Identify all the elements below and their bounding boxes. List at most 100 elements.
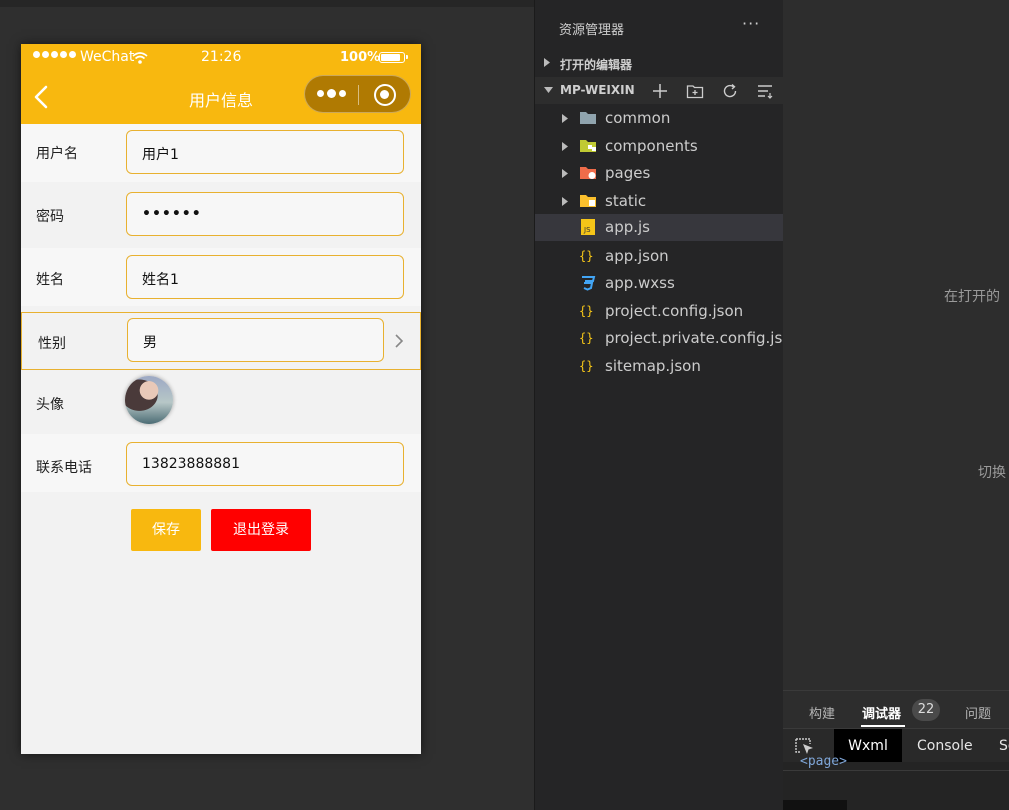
username-label: 用户名 <box>36 146 78 162</box>
tree-folder-components[interactable]: components <box>535 133 784 160</box>
svg-text:{}: {} <box>579 249 593 263</box>
name-row: 姓名 姓名1 <box>21 248 421 306</box>
status-bar: WeChat 21:26 100% <box>21 44 421 72</box>
tree-item-label: project.private.config.js... <box>605 329 797 347</box>
save-button[interactable]: 保存 <box>131 509 201 551</box>
phone-row: 联系电话 13823888881 <box>21 434 421 492</box>
avatar[interactable] <box>125 376 173 424</box>
miniprogram-capsule <box>304 75 411 113</box>
tree-item-label: pages <box>605 164 651 182</box>
tree-file-project-private-config[interactable]: {} project.private.config.js... <box>535 325 797 352</box>
svg-text:{}: {} <box>579 304 593 318</box>
gender-row[interactable]: 性别 男 <box>21 312 421 370</box>
phone-label: 联系电话 <box>36 460 92 476</box>
close-miniprogram-icon[interactable] <box>374 84 396 106</box>
json-file-icon: {} <box>579 359 593 373</box>
tree-file-sitemap[interactable]: {} sitemap.json <box>535 353 784 380</box>
tree-file-app-wxss[interactable]: app.wxss <box>535 270 784 297</box>
caret-right-icon <box>562 142 568 151</box>
signal-icon <box>33 51 76 58</box>
nav-bar: 用户信息 <box>21 72 421 124</box>
more-actions-icon[interactable]: ··· <box>742 14 760 33</box>
tree-item-label: sitemap.json <box>605 357 701 375</box>
password-input[interactable]: •••••• <box>126 192 404 236</box>
tree-folder-common[interactable]: common <box>535 105 784 132</box>
simulator-toolbar <box>0 0 534 7</box>
new-file-icon[interactable] <box>651 82 669 100</box>
editor-hint-switch: 切换 <box>978 465 1006 481</box>
caret-right-icon <box>562 114 568 123</box>
tab-sources[interactable]: So <box>999 729 1009 763</box>
json-file-icon: {} <box>579 304 593 318</box>
gender-picker[interactable]: 男 <box>127 318 384 362</box>
svg-text:{}: {} <box>579 331 593 345</box>
caret-down-icon <box>544 87 553 93</box>
collapse-all-icon[interactable] <box>756 82 774 100</box>
js-file-icon: JS <box>581 219 595 235</box>
project-label: MP-WEIXIN <box>560 83 635 97</box>
css-file-icon <box>582 276 596 291</box>
wifi-icon <box>132 52 148 64</box>
explorer-title: 资源管理器 <box>559 23 625 38</box>
caret-right-icon <box>562 169 568 178</box>
active-tab-indicator <box>861 725 905 727</box>
clock: 21:26 <box>201 49 242 65</box>
svg-text:{}: {} <box>579 359 593 373</box>
battery-icon <box>379 52 408 63</box>
divider <box>783 770 1009 771</box>
file-explorer: 资源管理器 ··· 打开的编辑器 MP-WEIXIN common compon… <box>534 0 797 810</box>
tree-folder-pages[interactable]: pages <box>535 160 784 187</box>
name-input[interactable]: 姓名1 <box>126 255 404 299</box>
tree-file-app-json[interactable]: {} app.json <box>535 243 784 270</box>
editor-hint-open: 在打开的 <box>944 289 1000 305</box>
phone-input[interactable]: 13823888881 <box>126 442 404 486</box>
password-row: 密码 •••••• <box>21 186 421 244</box>
debugger-count-badge: 22 <box>912 699 940 721</box>
tab-problems[interactable]: 问题 <box>965 703 991 722</box>
new-folder-icon[interactable] <box>686 82 704 100</box>
folder-icon <box>580 112 596 124</box>
gender-label: 性别 <box>38 336 66 352</box>
carrier-label: WeChat <box>80 49 135 65</box>
tree-file-app-js[interactable]: JS app.js <box>535 214 784 241</box>
phone-screen: WeChat 21:26 100% 用户信息 用户名 用户1 密码 ••••••… <box>21 44 421 754</box>
caret-right-icon <box>562 197 568 206</box>
tab-build[interactable]: 构建 <box>809 703 835 722</box>
chevron-right-icon <box>395 334 404 348</box>
caret-right-icon <box>544 58 550 67</box>
avatar-label: 头像 <box>36 397 64 413</box>
wxml-tree: <page> <box>783 754 1009 810</box>
tree-folder-static[interactable]: static <box>535 188 784 215</box>
wxml-node-page[interactable]: <page> <box>800 754 847 769</box>
json-file-icon: {} <box>579 249 593 263</box>
project-section[interactable]: MP-WEIXIN <box>535 77 784 104</box>
editor-area: 在打开的 切换 构建 调试器 22 问题 Wxml Console So <pa… <box>783 0 1009 810</box>
logout-button[interactable]: 退出登录 <box>211 509 311 551</box>
username-row: 用户名 用户1 <box>21 124 421 182</box>
tree-item-label: project.config.json <box>605 302 744 320</box>
static-folder-icon <box>580 195 596 207</box>
tree-item-label: static <box>605 192 647 210</box>
battery-percent: 100% <box>340 50 381 65</box>
tab-console[interactable]: Console <box>917 729 973 763</box>
svg-text:JS: JS <box>583 226 591 234</box>
json-file-icon: {} <box>579 331 593 345</box>
name-label: 姓名 <box>36 272 64 288</box>
pages-folder-icon <box>580 167 596 179</box>
open-editors-section[interactable]: 打开的编辑器 <box>535 50 784 77</box>
refresh-icon[interactable] <box>721 82 739 100</box>
tree-file-project-config[interactable]: {} project.config.json <box>535 298 784 325</box>
tree-item-label: app.js <box>605 218 650 236</box>
panel-footer <box>783 800 847 810</box>
components-folder-icon <box>580 140 596 152</box>
tree-item-label: app.json <box>605 247 669 265</box>
username-input[interactable]: 用户1 <box>126 130 404 174</box>
debug-panel-tabs: 构建 调试器 22 问题 <box>783 690 1009 729</box>
tree-item-label: components <box>605 137 698 155</box>
open-editors-label: 打开的编辑器 <box>560 58 633 72</box>
tree-item-label: app.wxss <box>605 274 675 292</box>
simulator-panel: WeChat 21:26 100% 用户信息 用户名 用户1 密码 ••••••… <box>0 0 534 810</box>
capsule-divider <box>358 85 359 105</box>
more-icon[interactable] <box>317 89 346 98</box>
tab-debugger[interactable]: 调试器 <box>862 703 901 722</box>
